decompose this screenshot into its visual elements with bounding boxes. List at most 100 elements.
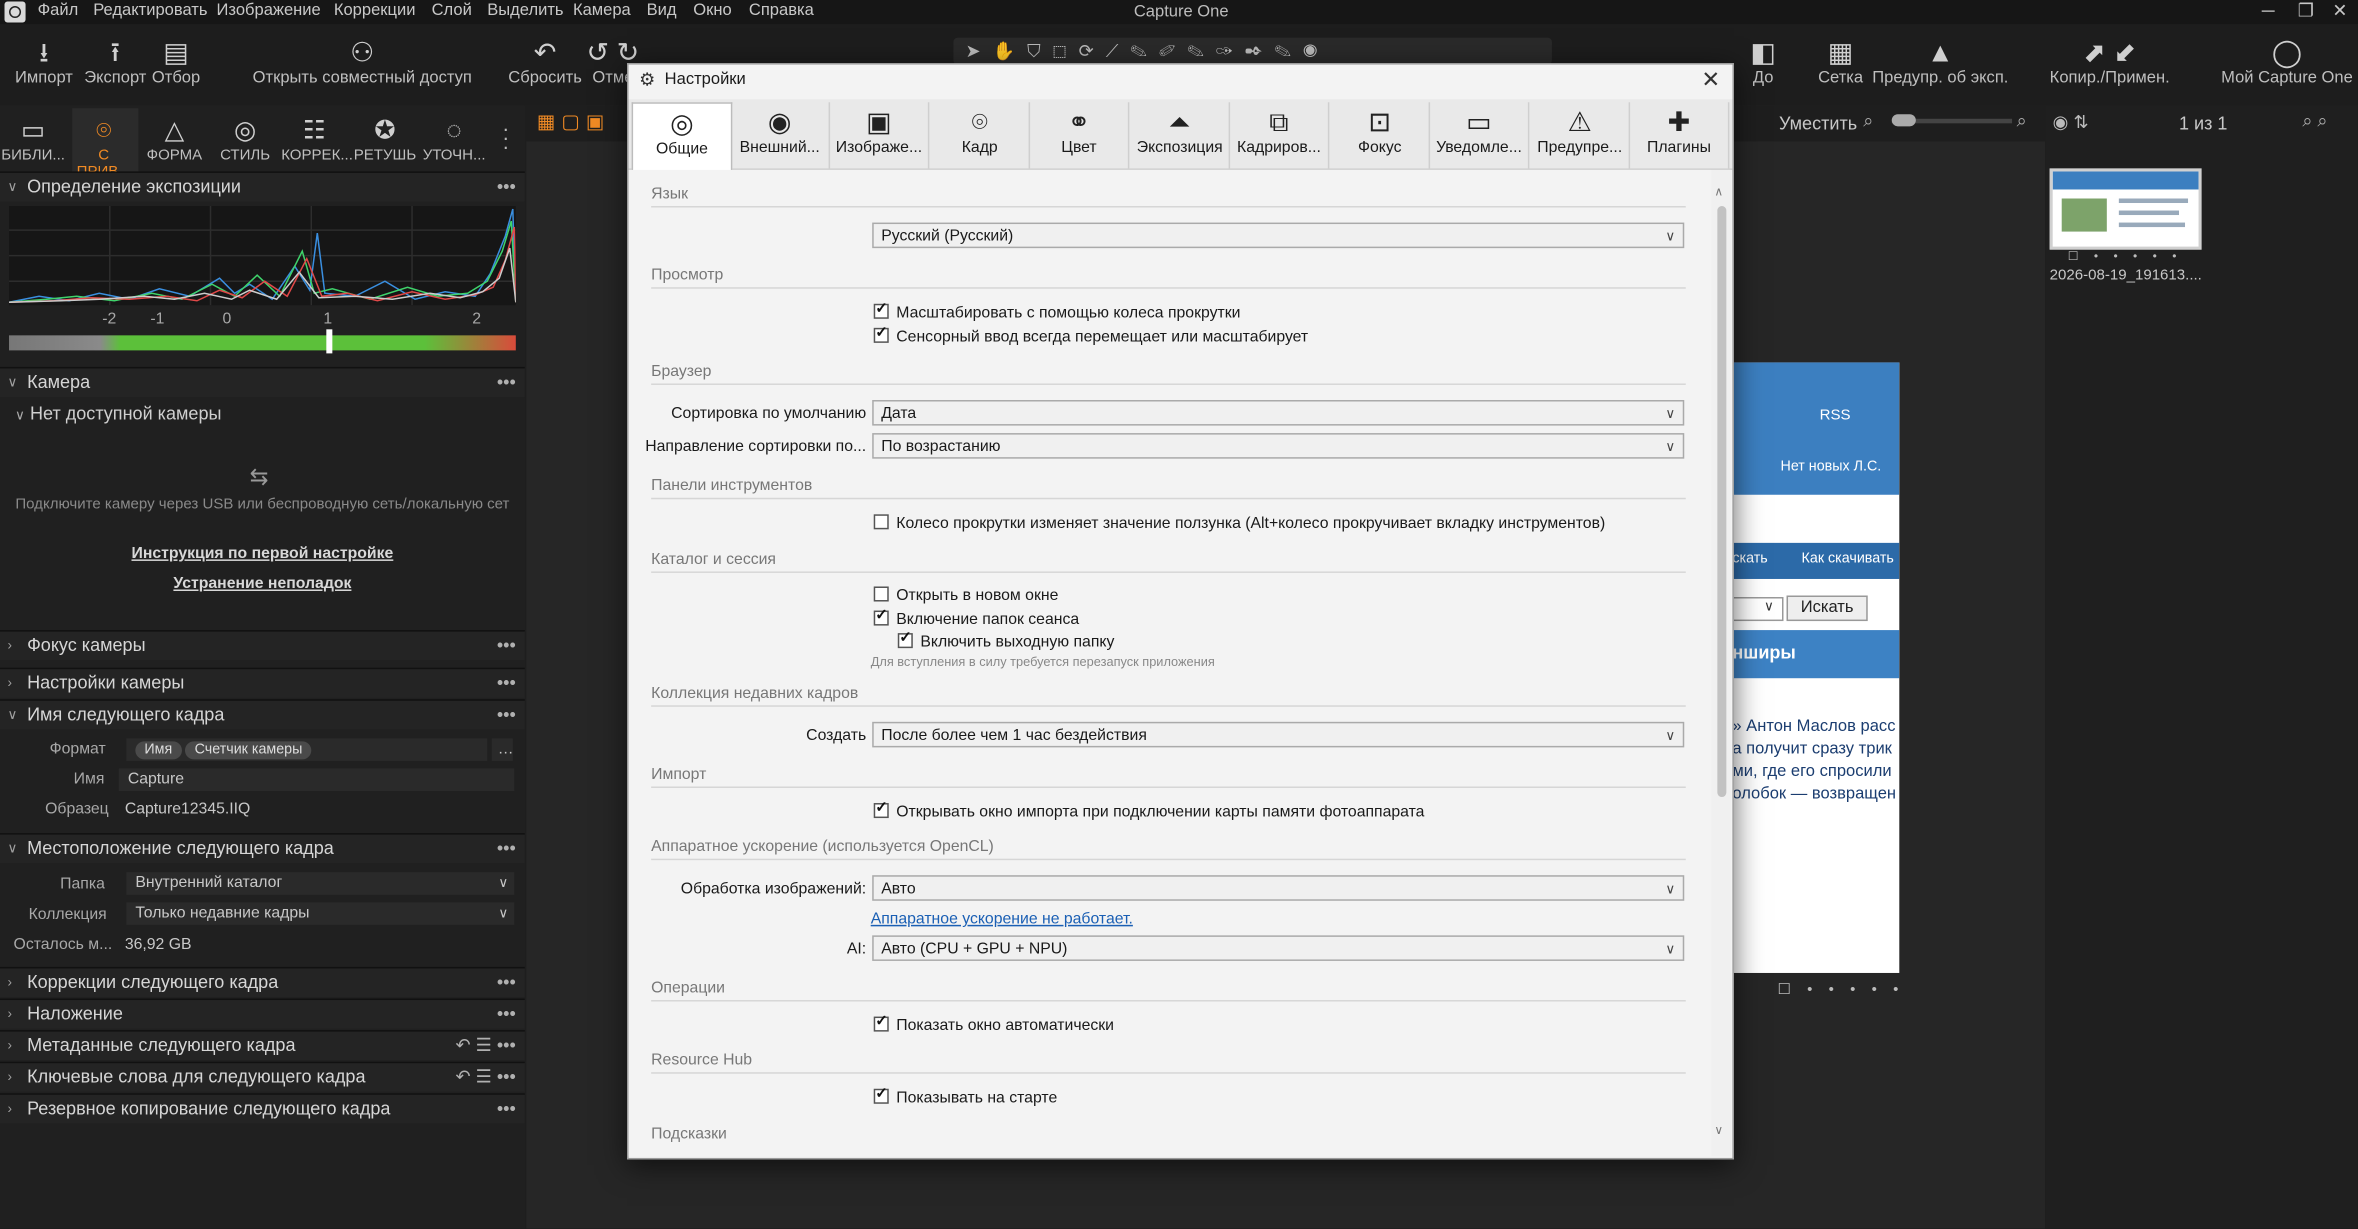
- tab-lens[interactable]: △ ФОРМА: [141, 114, 207, 164]
- more-icon[interactable]: •••: [497, 368, 516, 397]
- new-window-checkbox[interactable]: Открыть в новом окне: [873, 586, 1058, 605]
- menu-camera[interactable]: Камера: [573, 2, 631, 20]
- viewer-mode-icons[interactable]: ▦▢▣: [537, 110, 610, 134]
- more-icon[interactable]: •••: [497, 1095, 516, 1124]
- zoom-wheel-checkbox[interactable]: Масштабировать с помощью колеса прокрутк…: [873, 301, 1240, 322]
- zoom-out-icon[interactable]: ⌕: [1863, 110, 1873, 133]
- scrollbar-thumb[interactable]: [1717, 206, 1727, 798]
- tab-image[interactable]: ▣ Изображе...: [830, 102, 930, 169]
- exposure-warning-button[interactable]: ▲ Предупр. об эксп.: [1872, 36, 2008, 88]
- app-logo-icon[interactable]: [4, 1, 26, 23]
- select-button[interactable]: ▤ Отбор: [152, 36, 200, 88]
- menu-image[interactable]: Изображение: [217, 2, 321, 20]
- more-tabs-icon[interactable]: · · ·: [502, 117, 509, 156]
- checkbox-unchecked[interactable]: [873, 514, 889, 530]
- thumb-rating-dots[interactable]: ☐ • • • • •: [2068, 250, 2183, 264]
- menu-adjustments[interactable]: Коррекции: [334, 2, 416, 20]
- show-auto-checkbox[interactable]: Показать окно автоматически: [873, 1014, 1114, 1035]
- menu-window[interactable]: Окно: [693, 2, 731, 20]
- hardware-link[interactable]: Аппаратное ускорение не работает.: [871, 910, 1133, 928]
- zoom-slider-handle[interactable]: [1891, 114, 1916, 127]
- thumbnail[interactable]: [2049, 168, 2202, 250]
- preview-image[interactable]: RSS Нет новых Л.С. скать Как скачивать ∨…: [1732, 362, 1900, 973]
- more-icon[interactable]: •••: [497, 173, 516, 202]
- zoom-in-icon[interactable]: ⌕: [2017, 110, 2027, 133]
- section-next-keywords[interactable]: › Ключевые слова для следующего кадра ↶ …: [0, 1061, 525, 1092]
- section-camera-focus[interactable]: › Фокус камеры •••: [0, 630, 525, 661]
- cursor-tools-strip[interactable]: ➤✋⛉⬚⟳⟋✎✐✎✑✒✎◉: [953, 37, 1552, 65]
- fit-label[interactable]: Уместить: [1779, 113, 1857, 134]
- tab-appearance[interactable]: ◉ Внешний...: [731, 102, 831, 169]
- import-button[interactable]: ⭳ Импорт: [15, 36, 73, 88]
- menu-help[interactable]: Справка: [749, 2, 814, 20]
- scroll-slider-checkbox[interactable]: Колесо прокрутки изменяет значение ползу…: [873, 514, 1605, 532]
- folder-select[interactable]: Внутренний каталог ∨: [126, 872, 515, 895]
- more-icon[interactable]: ↶ ☰ •••: [456, 1063, 516, 1092]
- tab-refine[interactable]: ◌ УТОЧН...: [421, 114, 487, 164]
- section-camera-settings[interactable]: › Настройки камеры •••: [0, 667, 525, 698]
- touch-checkbox[interactable]: Сенсорный ввод всегда перемещает или мас…: [873, 325, 1308, 346]
- tab-exposure[interactable]: ⏶ Экспозиция: [1131, 102, 1231, 169]
- grid-button[interactable]: ▦ Сетка: [1818, 36, 1863, 88]
- section-exposure[interactable]: ∨ Определение экспозиции •••: [0, 171, 525, 202]
- reset-button[interactable]: ↶ Сбросить: [508, 36, 582, 88]
- import-window-checkbox[interactable]: Открывать окно импорта при подключении к…: [873, 800, 1424, 821]
- no-camera-row[interactable]: ∨ Нет доступной камеры: [15, 403, 221, 424]
- menu-edit[interactable]: Редактировать: [93, 2, 207, 20]
- menu-layer[interactable]: Слой: [432, 2, 472, 20]
- image-rating-dots[interactable]: ☐ • • • • •: [1777, 982, 1904, 999]
- tab-adjust[interactable]: ☷ КОРРЕК...: [281, 114, 353, 164]
- format-token-name[interactable]: Имя: [135, 741, 182, 760]
- collection-select[interactable]: Только недавние кадры ∨: [126, 902, 515, 925]
- more-icon[interactable]: ↶ ☰ •••: [456, 1032, 516, 1061]
- browser-zoom-icon[interactable]: ⌕ ⌕: [2302, 110, 2327, 133]
- close-window-icon[interactable]: ✕: [2332, 0, 2347, 21]
- checkbox-checked[interactable]: [873, 301, 889, 319]
- output-folder-checkbox[interactable]: Включить выходную папку: [897, 630, 1114, 651]
- more-icon[interactable]: •••: [497, 669, 516, 698]
- show-start-checkbox[interactable]: Показывать на старте: [873, 1086, 1057, 1107]
- menu-file[interactable]: Файл: [38, 2, 79, 20]
- more-icon[interactable]: •••: [497, 835, 516, 864]
- menu-view[interactable]: Вид: [647, 2, 677, 20]
- tab-library[interactable]: ▭ БИБЛИ...: [0, 114, 66, 164]
- checkbox-checked[interactable]: [873, 1086, 889, 1104]
- section-next-location[interactable]: ∨ Местоположение следующего кадра •••: [0, 833, 525, 864]
- ai-select[interactable]: Авто (CPU + GPU + NPU) ∨: [872, 935, 1685, 961]
- section-next-backup[interactable]: › Резервное копирование следующего кадра…: [0, 1093, 525, 1124]
- tab-notifications[interactable]: ▭ Уведомле...: [1430, 102, 1530, 169]
- maximize-icon[interactable]: ❐: [2298, 0, 2314, 21]
- create-select[interactable]: После более чем 1 час бездействия ∨: [872, 721, 1685, 748]
- eye-icon[interactable]: ◉ ⇅: [2053, 111, 2089, 132]
- checkbox-checked[interactable]: [873, 325, 889, 343]
- more-icon[interactable]: •••: [497, 968, 516, 997]
- more-icon[interactable]: •••: [497, 1000, 516, 1029]
- checkbox-checked[interactable]: [873, 1014, 889, 1032]
- format-more-button[interactable]: …: [491, 738, 514, 761]
- sort-default-select[interactable]: Дата ∨: [872, 400, 1685, 426]
- tab-plugins[interactable]: ✚ Плагины: [1630, 102, 1730, 169]
- processing-select[interactable]: Авто ∨: [872, 875, 1685, 901]
- tab-style[interactable]: ◎ СТИЛЬ: [212, 114, 278, 164]
- name-field[interactable]: Capture: [118, 768, 515, 791]
- tab-focus[interactable]: ⊡ Фокус: [1331, 102, 1431, 169]
- section-overlay[interactable]: › Наложение •••: [0, 998, 525, 1029]
- tab-retouch[interactable]: ✪ РЕТУШЬ: [352, 114, 418, 164]
- sort-direction-select[interactable]: По возрастанию ∨: [872, 433, 1685, 459]
- copy-apply-button[interactable]: ⬈ ⬋ Копир./Примен.: [2050, 36, 2170, 88]
- share-button[interactable]: ⚇ Открыть совместный доступ: [253, 36, 472, 88]
- section-next-adjustments[interactable]: › Коррекции следующего кадра •••: [0, 966, 525, 998]
- section-camera[interactable]: ∨ Камера •••: [0, 366, 525, 398]
- session-folders-checkbox[interactable]: Включение папок сеанса: [873, 608, 1079, 629]
- export-button[interactable]: ⭱ Экспорт: [84, 36, 146, 88]
- checkbox-checked[interactable]: [897, 630, 913, 649]
- first-setup-link[interactable]: Инструкция по первой настройке: [131, 544, 393, 562]
- minimize-icon[interactable]: ─: [2262, 0, 2275, 21]
- section-next-name[interactable]: ∨ Имя следующего кадра •••: [0, 699, 525, 730]
- my-capture-one-button[interactable]: ◯ Мой Capture One: [2221, 36, 2353, 88]
- more-icon[interactable]: •••: [497, 632, 516, 661]
- tab-crop[interactable]: ⧉ Кадриров...: [1230, 102, 1330, 169]
- tab-general[interactable]: ◎ Общие: [631, 102, 733, 172]
- chevron-down-icon[interactable]: ∨: [1714, 1123, 1723, 1137]
- more-icon[interactable]: •••: [497, 701, 516, 730]
